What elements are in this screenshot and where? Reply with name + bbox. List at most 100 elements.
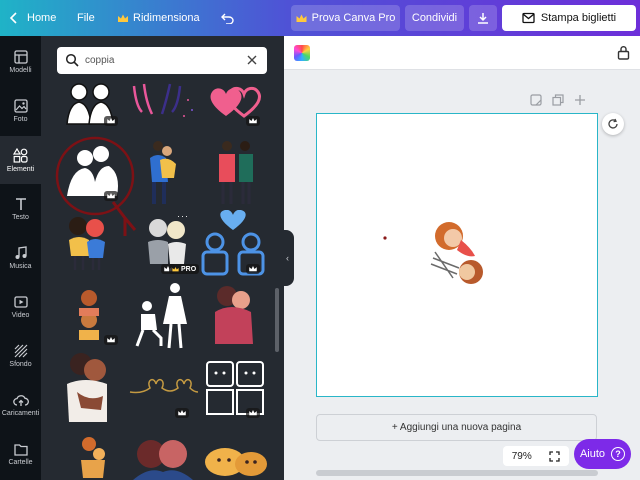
rail-label: Cartelle: [8, 458, 33, 466]
premium-crown-badge: [246, 408, 260, 418]
more-options-icon[interactable]: ···: [177, 211, 189, 221]
rail-item-music[interactable]: Musica: [0, 234, 41, 282]
folder-icon: [13, 443, 28, 456]
rail-item-templates[interactable]: Modelli: [0, 38, 41, 86]
help-button[interactable]: Aiuto ?: [574, 439, 631, 469]
chevron-left-icon: ‹: [286, 253, 289, 263]
fullscreen-icon[interactable]: [549, 450, 560, 462]
add-page-icon[interactable]: [574, 94, 586, 106]
premium-crown-badge: [104, 191, 118, 201]
pro-badge: PRO: [169, 264, 200, 274]
elements-icon: [13, 147, 28, 163]
undo-icon: [221, 13, 234, 24]
search-icon: [65, 53, 79, 67]
element-line-hearts[interactable]: [128, 374, 198, 398]
print-cards-button[interactable]: Stampa biglietti: [502, 5, 636, 31]
rail-label: Musica: [9, 263, 32, 270]
page-tools: [530, 94, 586, 106]
lock-icon[interactable]: [617, 45, 630, 60]
collapse-panel-button[interactable]: ‹: [281, 230, 294, 286]
resize-label: Ridimensiona: [133, 12, 200, 24]
element-couple-hugging[interactable]: [144, 138, 180, 206]
templates-icon: [13, 50, 28, 64]
add-new-page-button[interactable]: + Aggiungi una nuova pagina: [316, 414, 597, 441]
rail-item-uploads[interactable]: Caricamenti: [0, 381, 41, 429]
file-label: File: [77, 12, 95, 24]
crown-icon: [249, 266, 257, 272]
share-button[interactable]: Condividi: [405, 5, 464, 31]
premium-crown-badge: [104, 335, 118, 345]
rail-item-photos[interactable]: Foto: [0, 87, 41, 135]
download-icon: [478, 12, 488, 24]
crown-icon: [296, 14, 307, 22]
rail-label: Modelli: [9, 67, 32, 74]
element-proposal-silhouette[interactable]: [133, 280, 195, 350]
text-icon: [15, 198, 26, 210]
rail-item-elements[interactable]: Elementi: [0, 136, 41, 184]
crown-icon: [249, 118, 257, 124]
element-couple-cheek[interactable]: [129, 432, 197, 480]
rail-label: Testo: [12, 214, 29, 221]
canvas-horizontal-scrollbar[interactable]: [316, 470, 598, 476]
try-pro-label: Prova Canva Pro: [311, 12, 396, 24]
panel-scrollbar[interactable]: [275, 288, 279, 352]
download-button[interactable]: [469, 5, 497, 31]
editor-toolbar: [284, 36, 640, 70]
placed-couple-element[interactable]: [427, 214, 491, 298]
premium-crown-badge: [246, 264, 260, 274]
background-icon: [14, 344, 27, 358]
element-cartoon-kids[interactable]: [61, 212, 111, 272]
rail-item-video[interactable]: Video: [0, 283, 41, 331]
element-couple-embrace-pink[interactable]: [211, 282, 257, 346]
small-dot-element[interactable]: [383, 236, 387, 240]
duplicate-page-icon[interactable]: [552, 94, 564, 106]
rail-label: Video: [11, 312, 30, 319]
color-picker-button[interactable]: [294, 45, 310, 61]
element-couple-pink-lines[interactable]: [128, 80, 198, 124]
zoom-control[interactable]: 79%: [503, 446, 569, 466]
elements-panel: ··· PRO: [41, 36, 284, 480]
undo-button[interactable]: [221, 0, 234, 36]
search-box: [57, 47, 267, 74]
file-menu-button[interactable]: File: [77, 0, 95, 36]
rail-item-background[interactable]: Sfondo: [0, 332, 41, 380]
element-couple-big-hug[interactable]: [63, 350, 113, 426]
close-icon[interactable]: [245, 53, 259, 67]
rail-item-text[interactable]: Testo: [0, 185, 41, 233]
crown-icon: [107, 193, 115, 199]
rail-label: Sfondo: [9, 361, 32, 368]
share-label: Condividi: [411, 12, 458, 24]
notes-icon[interactable]: [530, 94, 542, 106]
rail-label: Foto: [13, 116, 28, 123]
resize-button[interactable]: Ridimensiona: [118, 0, 200, 36]
crown-icon: [118, 14, 128, 22]
music-icon: [15, 246, 27, 259]
refresh-button[interactable]: [602, 113, 624, 135]
refresh-icon: [608, 118, 618, 129]
element-bread-couple[interactable]: [203, 440, 269, 480]
rail-item-folders[interactable]: Cartelle: [0, 430, 41, 478]
design-page[interactable]: [316, 113, 598, 397]
premium-crown-badge: [104, 116, 118, 126]
home-button[interactable]: Home: [9, 0, 56, 36]
try-pro-button[interactable]: Prova Canva Pro: [291, 5, 400, 31]
zoom-level: 79%: [511, 450, 532, 462]
side-navigation: Modelli Foto Elementi Testo Musica Video…: [0, 36, 41, 480]
chevron-left-icon: [9, 12, 17, 24]
print-cards-label: Stampa biglietti: [540, 12, 617, 24]
crown-icon: [107, 118, 115, 124]
home-label: Home: [27, 12, 57, 24]
top-bar: Home File Ridimensiona Prova Canva Pro C…: [0, 0, 640, 36]
element-couple-holding-hands[interactable]: [211, 138, 261, 206]
premium-crown-badge: [246, 116, 260, 126]
video-icon: [13, 296, 28, 308]
upload-icon: [12, 394, 29, 406]
element-couple-small[interactable]: [75, 434, 111, 480]
rail-label: Elementi: [6, 165, 35, 173]
crown-icon: [107, 337, 115, 343]
element-pink-hearts[interactable]: [206, 84, 266, 120]
element-couple-stacked[interactable]: [71, 288, 107, 342]
envelope-icon: [522, 12, 535, 24]
help-question-icon: ?: [611, 447, 626, 461]
search-input[interactable]: [85, 52, 245, 69]
